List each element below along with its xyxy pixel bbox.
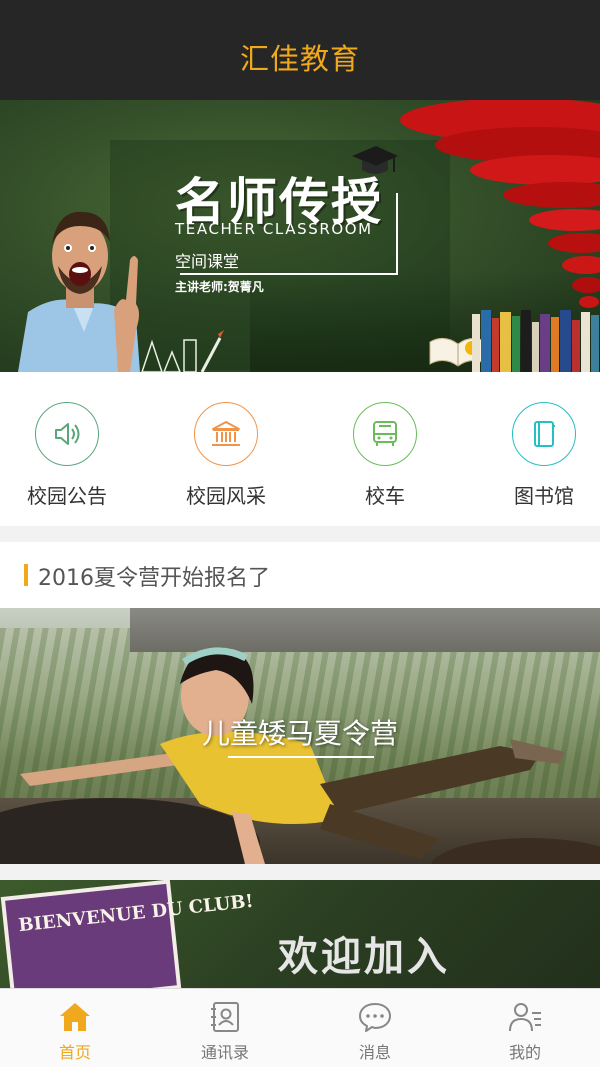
profile-icon — [509, 1003, 541, 1032]
building-icon — [194, 402, 258, 466]
graduation-cap-icon — [352, 146, 398, 174]
teacher-figure — [18, 211, 140, 372]
tab-label: 通讯录 — [200, 1043, 249, 1062]
quick-item-campus-style[interactable]: 校园风采 — [166, 402, 286, 509]
tab-label: 我的 — [508, 1043, 541, 1062]
tab-home[interactable]: 首页 — [0, 989, 150, 1067]
app-title: 汇佳教育 — [239, 42, 360, 76]
tab-label: 消息 — [358, 1043, 391, 1062]
quick-item-library[interactable]: 图书馆 — [484, 402, 600, 509]
app-screen: 汇佳教育 名师传授 TEACHER CLASSROOM 空间课堂 主讲老师:贺菁… — [0, 0, 600, 1067]
caption-underline — [228, 756, 374, 758]
quick-menu: 校园公告 校园风采 校车 图书馆 — [0, 372, 600, 526]
contacts-icon — [211, 1002, 239, 1032]
quick-item-announcements[interactable]: 校园公告 — [7, 402, 127, 509]
speaker-icon — [35, 402, 99, 466]
quick-item-label: 校车 — [365, 484, 405, 508]
news-title: 2016夏令营开始报名了 — [38, 566, 270, 591]
tab-messages[interactable]: 消息 — [300, 989, 450, 1067]
banner-subtitle-en: TEACHER CLASSROOM — [175, 220, 373, 238]
quick-item-school-bus[interactable]: 校车 — [325, 402, 445, 509]
bus-icon — [353, 402, 417, 466]
quick-item-label: 校园风采 — [186, 484, 266, 508]
quick-item-label: 校园公告 — [27, 484, 107, 508]
book-icon — [512, 402, 576, 466]
app-header: 汇佳教育 — [0, 0, 600, 100]
promo-card-welcome[interactable]: BIENVENUE DU CLUB! 欢迎加入 — [0, 880, 600, 990]
tab-contacts[interactable]: 通讯录 — [150, 989, 300, 1067]
banner-subtitle-cn: 空间课堂 — [175, 252, 240, 271]
bookshelf-graphic — [472, 310, 600, 372]
promo-card-summer-camp[interactable]: 儿童矮马夏令营 — [0, 608, 600, 864]
tab-label: 首页 — [58, 1043, 91, 1062]
tab-profile[interactable]: 我的 — [450, 989, 600, 1067]
message-icon — [359, 1003, 391, 1032]
banner-carousel[interactable]: 名师传授 TEACHER CLASSROOM 空间课堂 主讲老师:贺菁凡 — [0, 100, 600, 372]
promo-card-caption: 儿童矮马夏令营 — [201, 717, 398, 750]
news-header[interactable]: 2016夏令营开始报名了 — [0, 542, 600, 608]
promo-card-caption: 欢迎加入 — [278, 934, 450, 980]
home-icon — [60, 1003, 90, 1031]
chalk-doodles — [141, 330, 224, 372]
bottom-tab-bar: 首页 通讯录 消息 我的 — [0, 988, 600, 1067]
banner-teacher: 主讲老师:贺菁凡 — [175, 280, 264, 294]
news-accent-bar — [24, 564, 28, 586]
quick-item-label: 图书馆 — [514, 484, 574, 508]
